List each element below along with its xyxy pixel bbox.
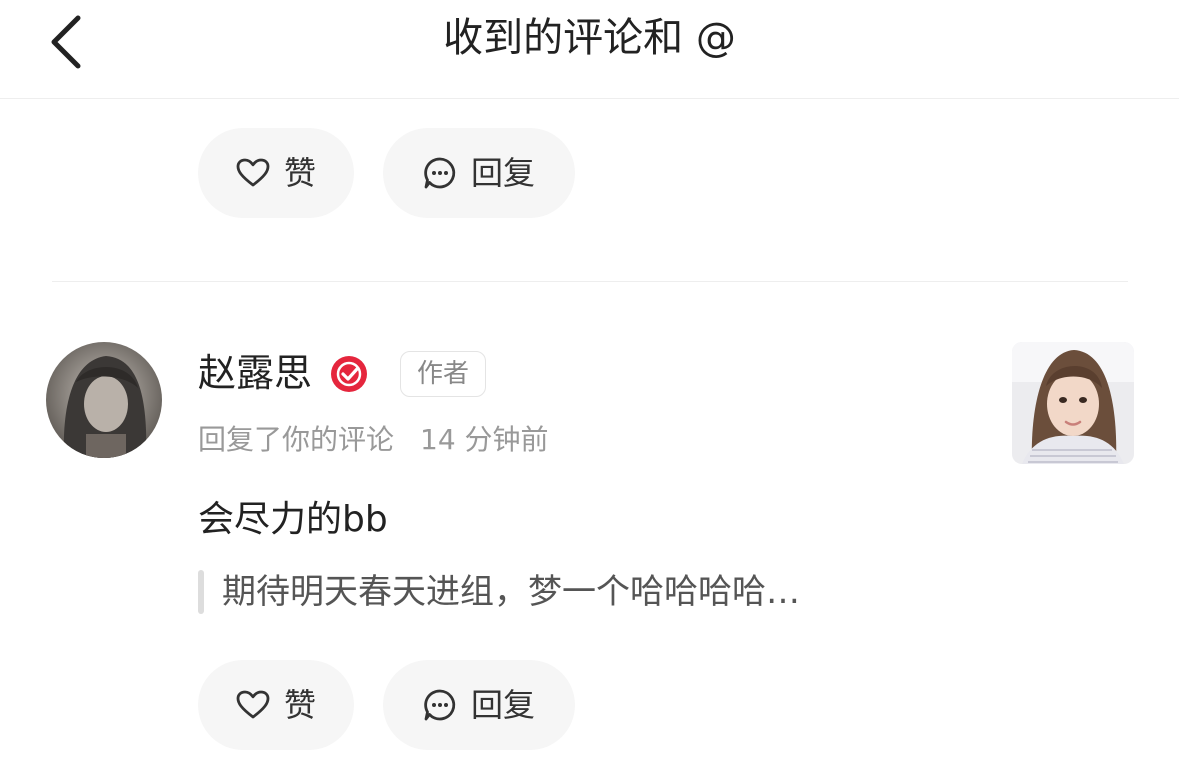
verified-badge-icon xyxy=(330,355,368,393)
username[interactable]: 赵露思 xyxy=(198,350,312,396)
notification-meta: 回复了你的评论 14 分钟前 xyxy=(198,422,549,458)
like-label: 赞 xyxy=(283,686,316,724)
reply-button[interactable]: 回复 xyxy=(383,660,575,750)
like-button[interactable]: 赞 xyxy=(198,128,354,218)
heart-icon xyxy=(236,158,270,188)
reply-button[interactable]: 回复 xyxy=(383,128,575,218)
comment-bubble-icon xyxy=(423,156,457,190)
like-label: 赞 xyxy=(283,154,316,192)
like-button[interactable]: 赞 xyxy=(198,660,354,750)
timestamp: 14 分钟前 xyxy=(420,423,549,456)
author-tag: 作者 xyxy=(400,351,486,397)
comment-bubble-icon xyxy=(423,688,457,722)
comment-text[interactable]: 会尽力的bb xyxy=(198,498,388,542)
post-thumbnail[interactable] xyxy=(1012,342,1134,464)
avatar[interactable] xyxy=(46,342,162,458)
page-title: 收到的评论和 @ xyxy=(443,15,736,61)
list-divider xyxy=(52,281,1128,282)
quote-bar xyxy=(198,570,204,614)
heart-icon xyxy=(236,690,270,720)
quoted-comment[interactable]: 期待明天春天进组，梦一个哈哈哈哈… xyxy=(222,570,800,614)
reply-label: 回复 xyxy=(470,154,535,192)
top-nav-bar: 收到的评论和 @ xyxy=(0,0,1179,99)
reply-label: 回复 xyxy=(470,686,535,724)
action-text: 回复了你的评论 xyxy=(198,423,395,456)
